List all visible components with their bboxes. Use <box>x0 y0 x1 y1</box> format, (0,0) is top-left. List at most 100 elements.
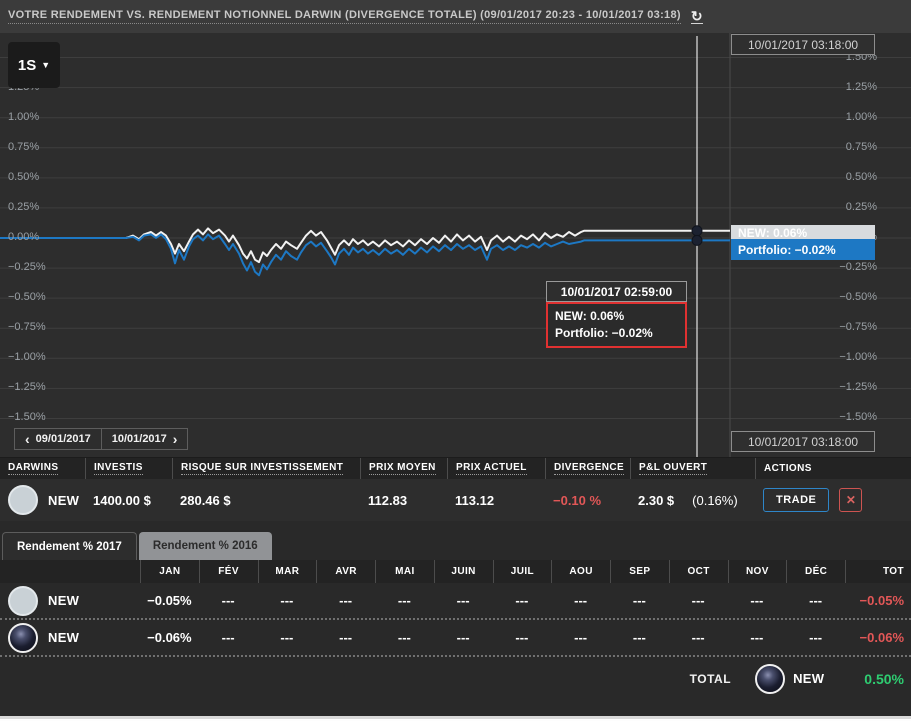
monthly-total-row: TOTAL NEW 0.50% <box>0 657 911 700</box>
month-cell-mar: --- <box>258 593 317 608</box>
month-header-oct: OCT <box>669 560 728 583</box>
page-bottom-edge <box>0 716 911 721</box>
next-date-button[interactable]: 10/01/2017 › <box>102 428 189 450</box>
y-axis-tick-right: 0.50% <box>846 171 877 183</box>
series-line-portfolio <box>0 234 730 275</box>
column-header-darwins[interactable]: DARWINS <box>0 458 85 479</box>
y-axis-tick-left: −1.00% <box>8 351 46 363</box>
darwin-avatar <box>8 485 38 515</box>
column-header-label: RISQUE SUR INVESTISSEMENT <box>181 462 343 475</box>
y-axis-tick-left: 0.75% <box>8 141 39 153</box>
y-axis-tick-left: −0.25% <box>8 261 46 273</box>
month-cell-mai: --- <box>375 630 434 645</box>
positions-table: DARWINS INVESTIS RISQUE SUR INVESTISSEMENT… <box>0 457 911 521</box>
month-header-aou: AOU <box>551 560 610 583</box>
avg-price-value: 112.83 <box>368 493 407 508</box>
y-axis-tick-right: 0.25% <box>846 201 877 213</box>
chart-tooltip: 10/01/2017 02:59:00 NEW: 0.06% Portfolio… <box>546 281 687 348</box>
month-cell-avr: --- <box>316 630 375 645</box>
month-cell-nov: --- <box>728 630 787 645</box>
month-cell-sep: --- <box>610 593 669 608</box>
month-cell-nov: --- <box>728 593 787 608</box>
y-axis-tick-right: −1.25% <box>839 381 877 393</box>
y-axis-tick-right: 0.75% <box>846 141 877 153</box>
darwin-avatar <box>755 664 785 694</box>
month-header-jan: JAN <box>140 560 199 583</box>
month-header-spacer <box>0 560 140 583</box>
month-header-fév: FÉV <box>199 560 258 583</box>
timeframe-dropdown[interactable]: 1S ▼ <box>8 42 60 88</box>
y-axis-tick-left: 0.25% <box>8 201 39 213</box>
close-icon: ✕ <box>846 493 856 507</box>
prev-date-label: 09/01/2017 <box>36 433 91 445</box>
refresh-icon[interactable]: ↻ <box>691 9 703 24</box>
prev-date-button[interactable]: ‹ 09/01/2017 <box>14 428 102 450</box>
month-cell-juil: --- <box>493 593 552 608</box>
y-axis-tick-left: 0.00% <box>8 231 39 243</box>
tooltip-new-value: NEW: 0.06% <box>555 308 678 325</box>
column-header-prix-actuel[interactable]: PRIX ACTUEL <box>447 458 545 479</box>
tooltip-body: NEW: 0.06% Portfolio: −0.02% <box>546 302 687 348</box>
month-header-nov: NOV <box>728 560 787 583</box>
pnl-percent-value: (0.16%) <box>692 493 738 508</box>
chart-title: VOTRE RENDEMENT VS. RENDEMENT NOTIONNEL … <box>8 9 681 24</box>
column-header-label: PRIX MOYEN <box>369 462 436 475</box>
darwin-name: NEW <box>48 493 79 508</box>
column-header-risque-sur-investissement[interactable]: RISQUE SUR INVESTISSEMENT <box>172 458 360 479</box>
monthly-table-header: JANFÉVMARAVRMAIJUINJUILAOUSEPOCTNOVDÉCTO… <box>0 560 911 583</box>
y-axis-tick-right: 1.00% <box>846 111 877 123</box>
crosshair-marker <box>692 226 702 236</box>
invested-value: 1400.00 $ <box>93 493 151 508</box>
month-cell-mar: --- <box>258 630 317 645</box>
crosshair-marker <box>692 235 702 245</box>
month-cell-avr: --- <box>316 593 375 608</box>
month-cell-juil: --- <box>493 630 552 645</box>
column-header-prix-moyen[interactable]: PRIX MOYEN <box>360 458 447 479</box>
month-cell-juin: --- <box>434 593 493 608</box>
tab-rendement-2016[interactable]: Rendement % 2016 <box>139 532 272 560</box>
column-header-label: INVESTIS <box>94 462 143 475</box>
tooltip-time: 10/01/2017 02:59:00 <box>546 281 687 302</box>
column-header-divergence[interactable]: DIVERGENCE <box>545 458 630 479</box>
chevron-left-icon: ‹ <box>25 431 30 447</box>
column-header-investis[interactable]: INVESTIS <box>85 458 172 479</box>
month-cell-tot: −0.05% <box>845 593 911 608</box>
darwin-cell[interactable]: NEW <box>0 586 140 616</box>
timeframe-label: 1S <box>18 57 36 74</box>
month-header-tot: TOT <box>845 560 911 583</box>
month-header-avr: AVR <box>316 560 375 583</box>
darwinex-returns-widget: VOTRE RENDEMENT VS. RENDEMENT NOTIONNEL … <box>0 0 911 721</box>
month-cell-juin: --- <box>434 630 493 645</box>
month-cell-fév: --- <box>199 630 258 645</box>
month-cell-oct: --- <box>669 593 728 608</box>
axis-value-label-new: NEW: 0.06% <box>731 225 875 240</box>
crosshair-date-bottom: 10/01/2017 03:18:00 <box>731 431 875 452</box>
total-label: TOTAL <box>690 672 731 686</box>
close-position-button[interactable]: ✕ <box>839 488 862 512</box>
month-cell-déc: --- <box>786 630 845 645</box>
year-tabs: Rendement % 2017 Rendement % 2016 <box>2 532 272 560</box>
trade-button[interactable]: TRADE <box>763 488 829 512</box>
darwin-name: NEW <box>48 630 79 645</box>
column-header-label: P&L OUVERT <box>639 462 707 475</box>
y-axis-tick-left: −0.50% <box>8 291 46 303</box>
month-cell-jan: −0.06% <box>140 630 199 645</box>
darwin-avatar <box>8 623 38 653</box>
darwin-cell[interactable]: NEW <box>0 485 85 515</box>
y-axis-tick-right: −1.00% <box>839 351 877 363</box>
y-axis-tick-left: 1.00% <box>8 111 39 123</box>
divergence-value: −0.10 % <box>553 493 601 508</box>
chart-header-bar: VOTRE RENDEMENT VS. RENDEMENT NOTIONNEL … <box>0 0 911 33</box>
month-cell-fév: --- <box>199 593 258 608</box>
month-header-juil: JUIL <box>493 560 552 583</box>
month-cell-sep: --- <box>610 630 669 645</box>
month-header-mai: MAI <box>375 560 434 583</box>
risk-value: 280.46 $ <box>180 493 231 508</box>
month-header-sep: SEP <box>610 560 669 583</box>
darwin-cell[interactable]: NEW <box>0 623 140 653</box>
darwin-name: NEW <box>793 671 824 686</box>
tab-rendement-2017[interactable]: Rendement % 2017 <box>2 532 137 560</box>
return-chart[interactable]: 1.50%1.25%1.25%1.00%1.00%0.75%0.75%0.50%… <box>0 33 911 457</box>
axis-value-label-portfolio: Portfolio: −0.02% <box>731 239 875 260</box>
column-header-p-l-ouvert[interactable]: P&L OUVERT <box>630 458 755 479</box>
